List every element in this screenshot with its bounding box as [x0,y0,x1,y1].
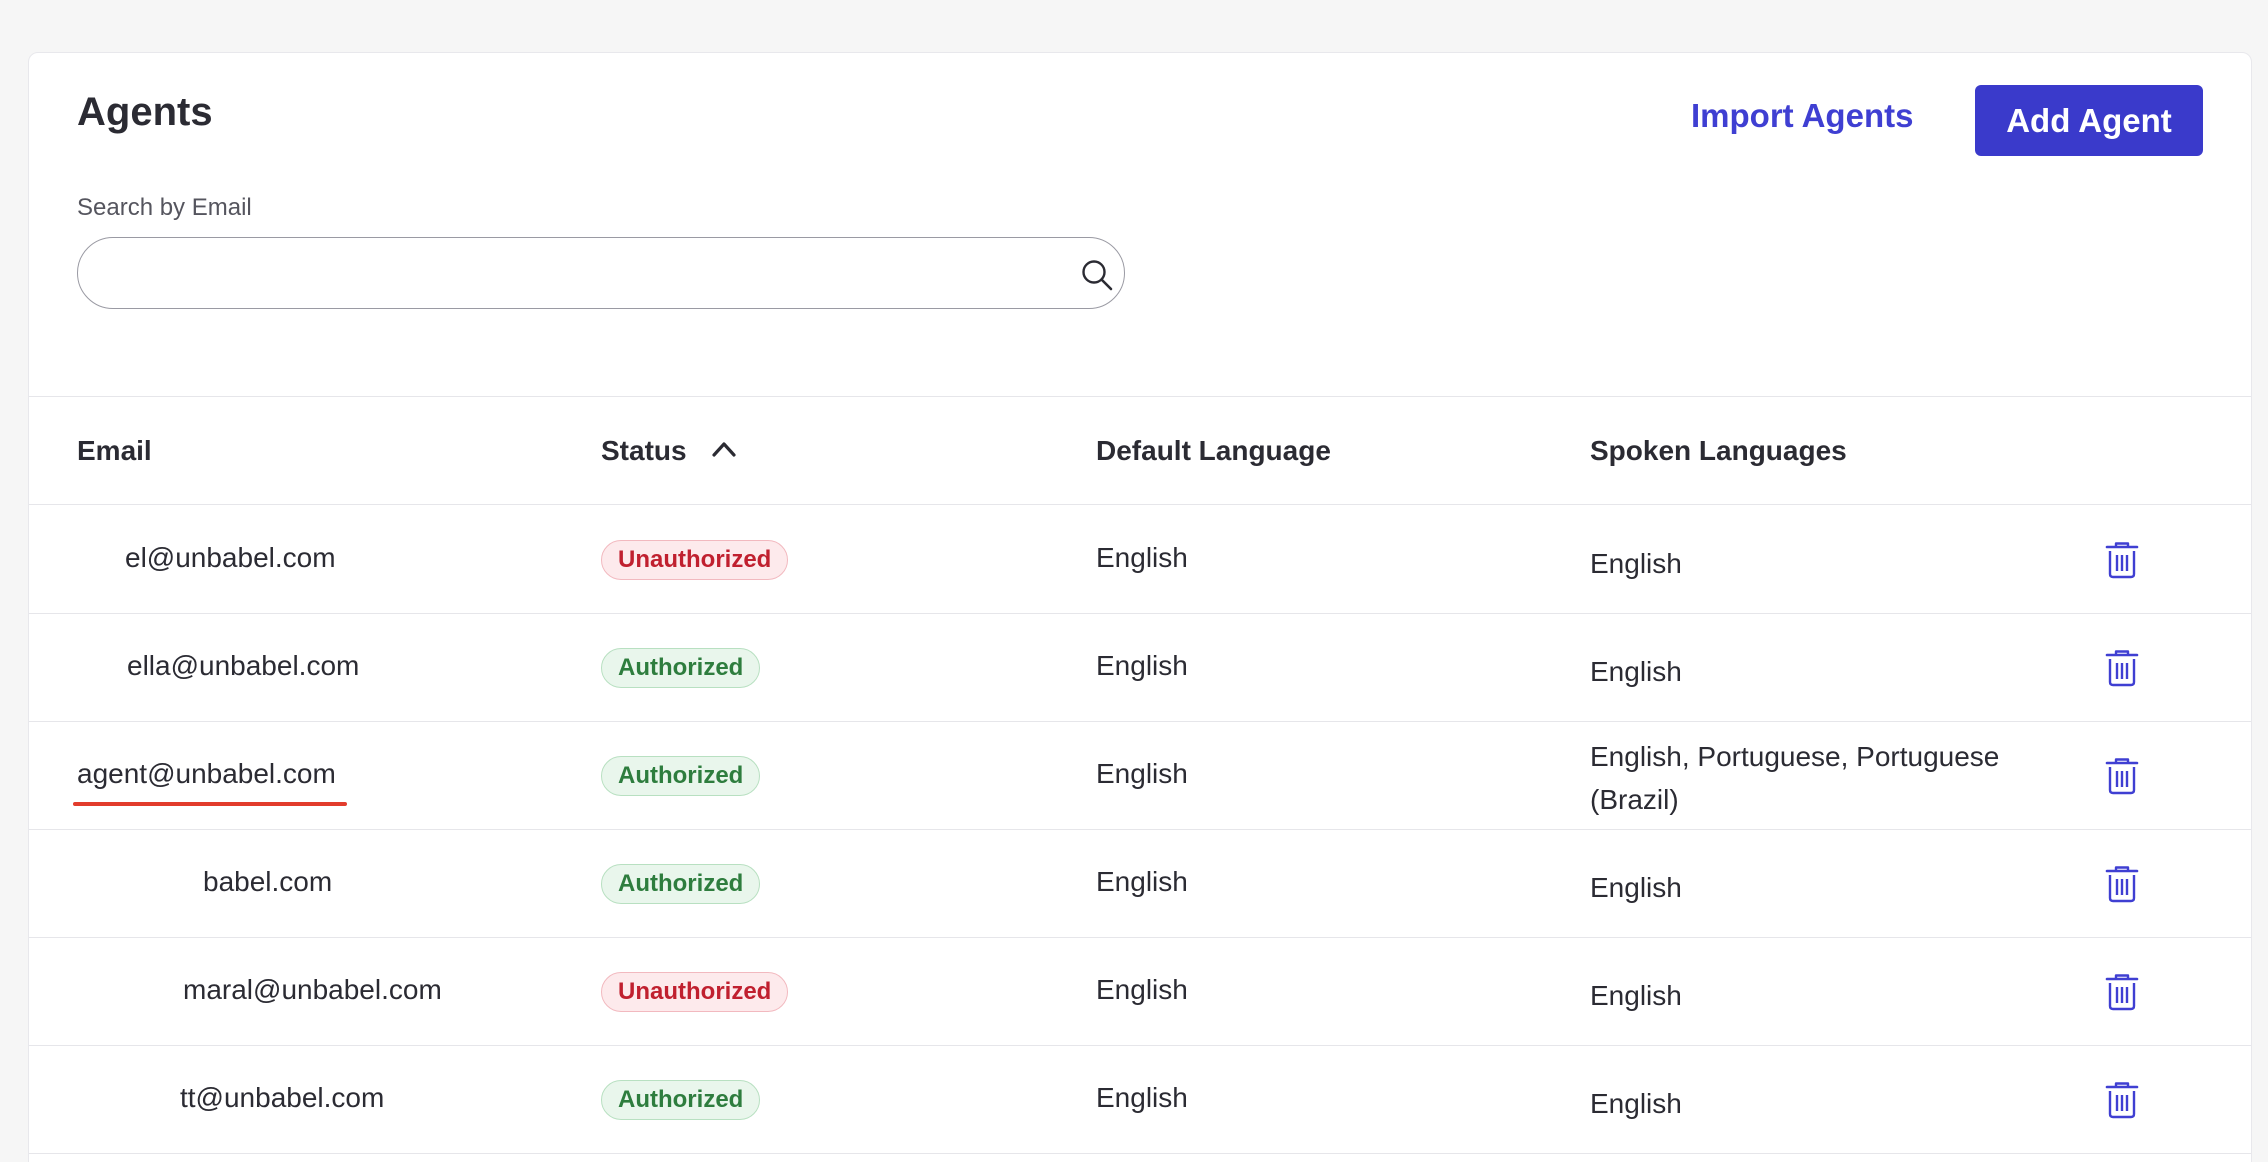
import-agents-link[interactable]: Import Agents [1691,97,1913,135]
add-agent-button[interactable]: Add Agent [1975,85,2203,156]
status-badge: Authorized [601,756,761,796]
spoken-languages: English [1590,1088,1682,1119]
highlight-underline [73,802,347,806]
spoken-languages: English, Portuguese, Portuguese (Brazil) [1590,741,2000,815]
trash-icon[interactable] [2105,973,2139,1011]
agent-email: tt@unbabel.com [180,1082,385,1113]
default-language: English [1096,866,1188,897]
default-language: English [1096,542,1188,573]
status-badge: Authorized [601,648,761,688]
table-row[interactable]: maral@unbabel.com Unauthorized English E… [29,938,2251,1046]
agent-email: babel.com [203,866,333,897]
trash-icon[interactable] [2105,865,2139,903]
default-language: English [1096,974,1188,1005]
table-row[interactable]: tt@unbabel.com Authorized English Englis… [29,1046,2251,1154]
chevron-up-icon[interactable] [711,439,737,459]
search-input[interactable] [106,250,1046,296]
spoken-languages: English [1590,872,1682,903]
agent-email: agent@unbabel.com [77,758,336,789]
trash-icon[interactable] [2105,649,2139,687]
column-header-spoken-languages[interactable]: Spoken Languages [1590,435,1847,467]
spoken-languages: English [1590,656,1682,687]
column-header-email[interactable]: Email [77,435,152,467]
agent-email: ella@unbabel.com [127,650,360,681]
search-icon[interactable] [1080,258,1114,292]
column-header-default-language[interactable]: Default Language [1096,435,1331,467]
agent-email: el@unbabel.com [125,542,336,573]
search-label: Search by Email [77,194,252,221]
table-header: Email Status Default Language Spoken Lan… [29,397,2251,505]
status-badge: Authorized [601,1080,761,1120]
spoken-languages: English [1590,548,1682,579]
table-row[interactable]: babel.com Authorized English English [29,830,2251,938]
status-badge: Unauthorized [601,540,789,580]
table-row[interactable]: agent@unbabel.com Authorized English Eng… [29,722,2251,830]
search-field[interactable] [77,237,1125,309]
spoken-languages: English [1590,980,1682,1011]
default-language: English [1096,1082,1188,1113]
trash-icon[interactable] [2105,757,2139,795]
status-badge: Authorized [601,864,761,904]
agents-panel: Agents Import Agents Add Agent Search by… [28,52,2252,1162]
default-language: English [1096,650,1188,681]
page-title: Agents [77,90,213,134]
column-header-status[interactable]: Status [601,435,687,467]
default-language: English [1096,758,1188,789]
agent-email: maral@unbabel.com [183,974,442,1005]
table-row[interactable]: el@unbabel.com Unauthorized English Engl… [29,506,2251,614]
trash-icon[interactable] [2105,541,2139,579]
table-row[interactable]: ella@unbabel.com Authorized English Engl… [29,614,2251,722]
trash-icon[interactable] [2105,1081,2139,1119]
status-badge: Unauthorized [601,972,789,1012]
